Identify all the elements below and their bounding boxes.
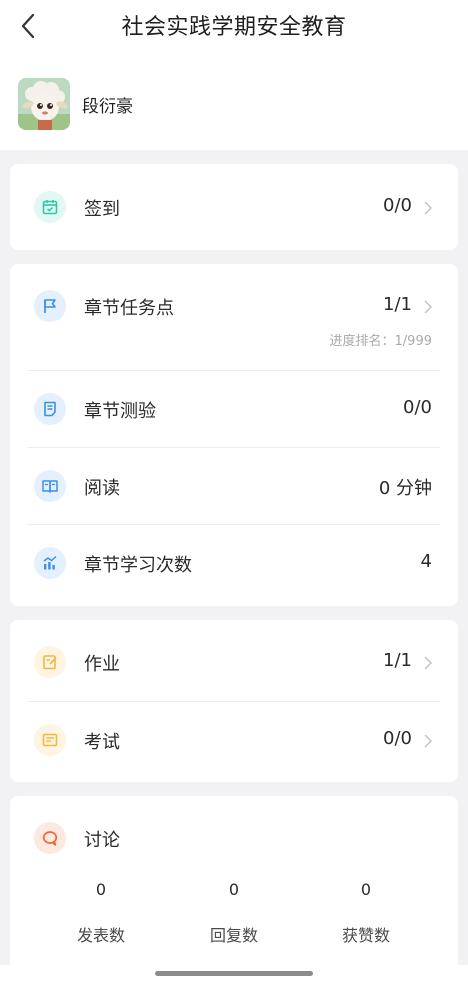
bottom-bar (0, 965, 468, 987)
exam-value: 0/0 (383, 728, 412, 749)
progress-rank-text: 进度排名：1/999 (329, 334, 432, 349)
homework-label: 作业 (84, 654, 120, 675)
flag-icon (34, 290, 66, 322)
post-count: 0 (95, 880, 107, 899)
reading-value: 0 分钟 (378, 478, 432, 499)
discussion-row[interactable]: 讨论 (10, 800, 458, 876)
chapter-task-label: 章节任务点 (84, 298, 174, 319)
chapter-quiz-label: 章节测验 (84, 401, 156, 422)
exam-paper-icon (34, 724, 66, 756)
chapter-quiz-value: 0/0 (403, 397, 432, 418)
chapter-task-row[interactable]: 章节任务点 1/1 进度排名：1/999 (10, 268, 458, 370)
chapter-quiz-row[interactable]: 章节测验 0/0 (10, 371, 458, 447)
reply-count-label: 回复数 (209, 926, 258, 945)
chevron-right-icon (424, 656, 433, 670)
chevron-right-icon (424, 300, 433, 314)
checkin-label: 签到 (84, 199, 120, 220)
checkin-card: 签到 0/0 (10, 164, 458, 250)
study-count-value: 4 (420, 551, 432, 572)
chapter-card: 章节任务点 1/1 进度排名：1/999 章节测验 0/0 阅读 0 分钟 章节… (10, 264, 458, 606)
user-name: 段衍豪 (82, 97, 133, 117)
chevron-right-icon (424, 201, 433, 215)
study-count-row[interactable]: 章节学习次数 4 (10, 525, 458, 601)
reply-count: 0 (228, 880, 240, 899)
work-card: 作业 1/1 考试 0/0 (10, 620, 458, 782)
study-count-label: 章节学习次数 (84, 555, 192, 576)
exam-row[interactable]: 考试 0/0 (10, 702, 458, 778)
chat-bubble-icon (34, 822, 66, 854)
home-indicator[interactable] (155, 971, 313, 976)
reading-label: 阅读 (84, 478, 120, 499)
reading-row[interactable]: 阅读 0 分钟 (10, 448, 458, 524)
avatar[interactable] (18, 78, 70, 130)
page-title: 社会实践学期安全教育 (121, 15, 347, 40)
checkin-value: 0/0 (383, 195, 412, 216)
chapter-task-value: 1/1 (383, 294, 412, 315)
chart-icon (34, 547, 66, 579)
user-bar: 段衍豪 (0, 54, 468, 150)
homework-row[interactable]: 作业 1/1 (10, 624, 458, 700)
discussion-label: 讨论 (84, 830, 120, 851)
discussion-card: 讨论 0 0 0 发表数 回复数 获赞数 (10, 796, 458, 976)
open-book-icon (34, 470, 66, 502)
chevron-right-icon (424, 734, 433, 748)
post-count-label: 发表数 (76, 926, 125, 945)
homework-value: 1/1 (383, 650, 412, 671)
edit-note-icon (34, 646, 66, 678)
top-bar: 社会实践学期安全教育 (0, 0, 468, 54)
exam-label: 考试 (84, 732, 120, 753)
like-count: 0 (360, 880, 372, 899)
sheep-avatar-icon (18, 78, 70, 130)
calendar-check-icon (34, 191, 66, 223)
checkin-row[interactable]: 签到 0/0 (10, 169, 458, 245)
document-icon (34, 393, 66, 425)
like-count-label: 获赞数 (341, 926, 390, 945)
